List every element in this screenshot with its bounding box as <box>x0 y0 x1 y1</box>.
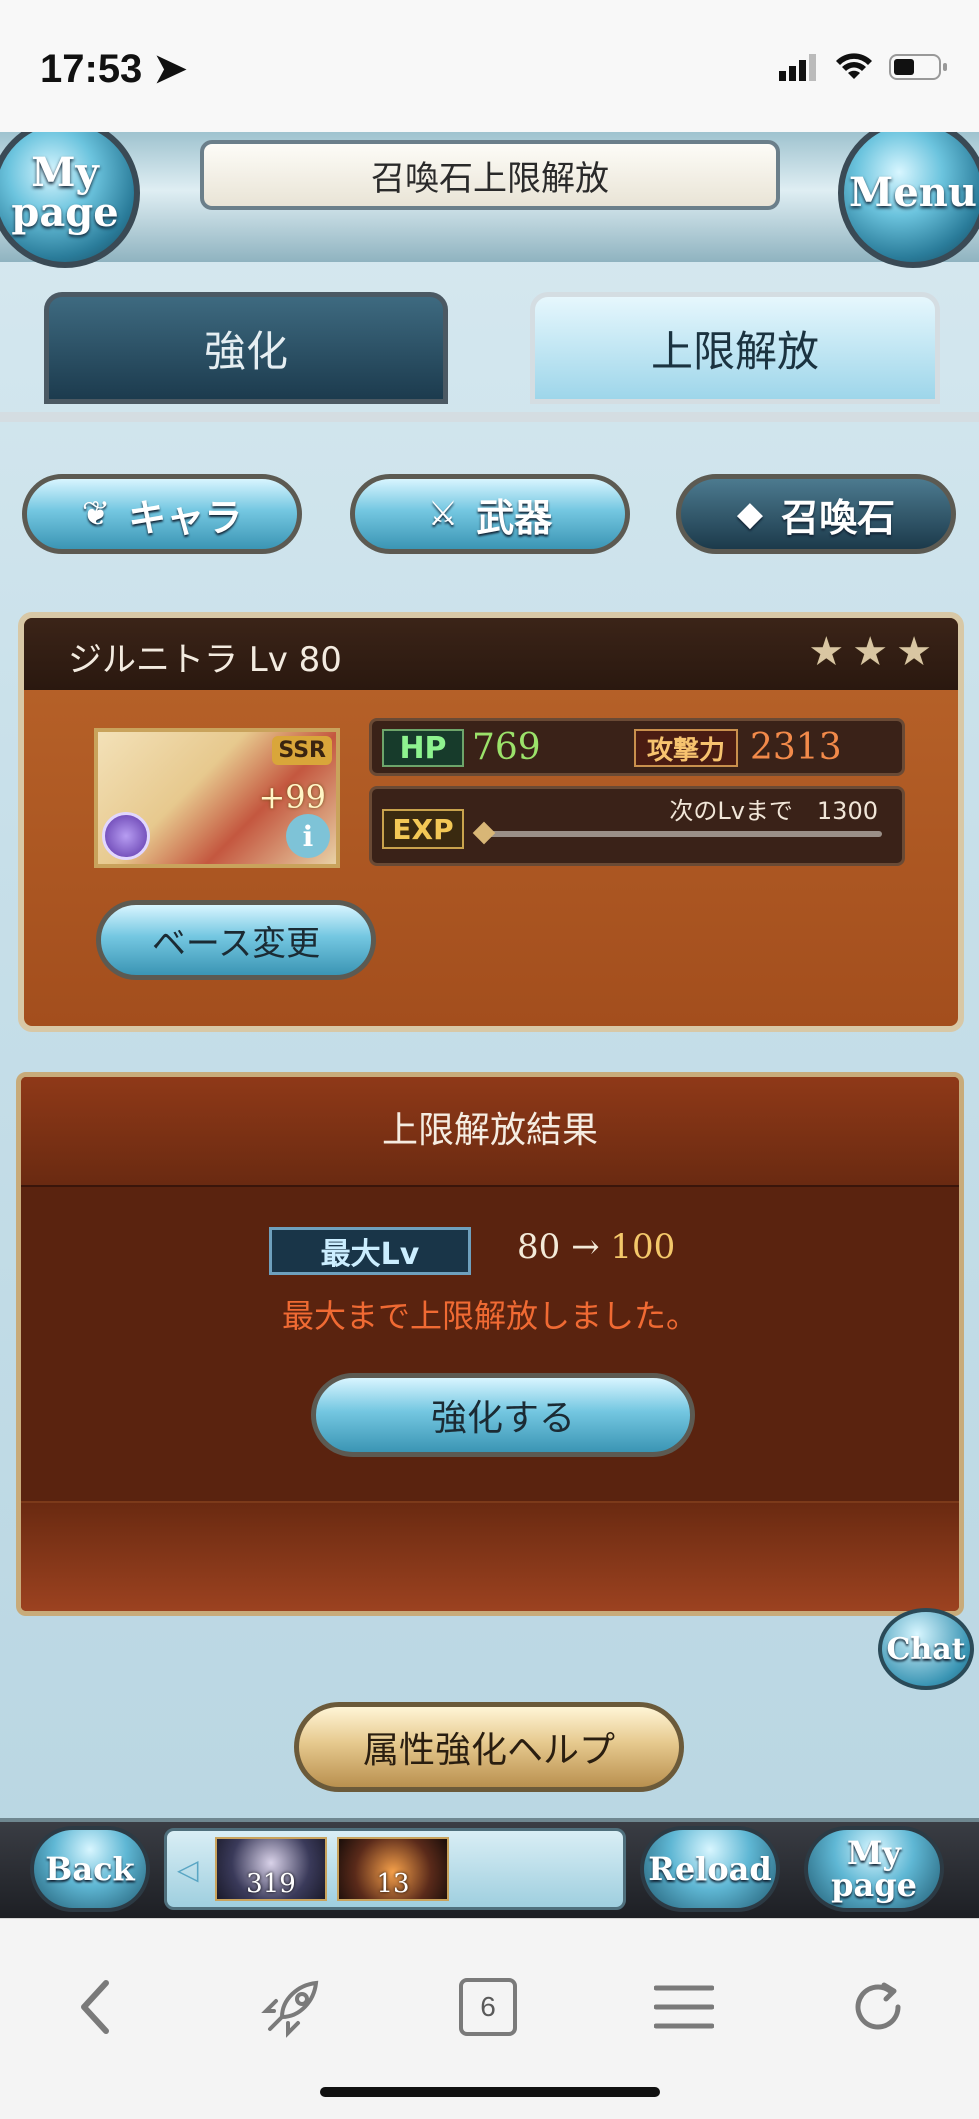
dark-element-icon <box>102 812 150 860</box>
battery-icon <box>889 54 947 80</box>
exp-next-text: 次のLvまで 1300 <box>669 797 878 825</box>
crystal-icon: ◆ <box>736 494 764 534</box>
location-arrow-icon: ➤ <box>153 47 187 91</box>
category-chara-button[interactable]: ❦ キャラ <box>22 474 302 554</box>
maxlv-label: 最大Lv <box>269 1227 471 1275</box>
quest-thumb[interactable]: 319 <box>215 1837 327 1901</box>
maxlv-from: 80 → <box>517 1227 600 1267</box>
mypage-nav-button[interactable]: My page <box>804 1826 944 1912</box>
back-button[interactable]: Back <box>30 1826 150 1912</box>
menu-lines-icon[interactable] <box>644 1977 724 2037</box>
home-indicator <box>320 2087 660 2097</box>
category-weapon-button[interactable]: ⚔ 武器 <box>350 474 630 554</box>
rarity-stars: ★ ★ ★ <box>808 632 932 672</box>
result-header: 上限解放結果 <box>21 1077 959 1187</box>
star-icon: ★ <box>852 629 889 675</box>
tab-underline <box>0 412 979 422</box>
result-footer <box>21 1501 959 1611</box>
category-summon-label: 召喚石 <box>781 495 896 540</box>
strip-left-arrow-icon[interactable]: ◁ <box>177 1853 199 1886</box>
hp-label: HP <box>382 729 464 767</box>
plus-badge: +99 <box>258 778 326 816</box>
status-bar: 17:53 ➤ <box>0 0 979 132</box>
star-icon: ★ <box>896 629 932 675</box>
browser-toolbar: 6 <box>0 1918 979 2119</box>
category-weapon-label: 武器 <box>476 495 553 540</box>
ssr-badge: SSR <box>272 736 332 765</box>
signal-icon <box>779 54 816 81</box>
exp-label: EXP <box>382 809 464 849</box>
tabs-count: 6 <box>459 1978 517 2036</box>
result-message: 最大まで上限解放しました。 <box>281 1297 698 1335</box>
reload-button[interactable]: Reload <box>640 1826 780 1912</box>
status-icons <box>779 52 949 82</box>
tab-enhance[interactable]: 強化 <box>44 292 448 404</box>
exp-bar <box>482 831 882 837</box>
exp-row: EXP 次のLvまで 1300 <box>369 786 905 866</box>
refresh-icon[interactable] <box>838 1977 918 2037</box>
atk-label: 攻撃力 <box>634 729 738 767</box>
atk-value: 2313 <box>750 727 842 768</box>
stat-row: HP 769 攻撃力 2313 <box>369 718 905 776</box>
quest-thumb[interactable]: 13 <box>337 1837 449 1901</box>
result-panel: 上限解放結果 最大Lv 80 → 100 最大まで上限解放しました。 強化する <box>16 1072 964 1616</box>
weapon-icon: ⚔ <box>427 494 459 534</box>
tab-bar: 強化 上限解放 <box>0 292 979 412</box>
category-summon-button[interactable]: ◆ 召喚石 <box>676 474 956 554</box>
quest-strip: ◁ 319 13 <box>164 1828 626 1910</box>
game-bottom-nav: Back ◁ 319 13 Reload My page <box>0 1818 979 1918</box>
page-title: 召喚石上限解放 <box>200 140 780 210</box>
enhance-button[interactable]: 強化する <box>311 1373 695 1457</box>
info-icon[interactable]: i <box>286 814 330 858</box>
game-header: 召喚石上限解放 <box>0 132 979 262</box>
base-change-button[interactable]: ベース変更 <box>96 900 376 980</box>
summon-panel: ジルニトラ Lv 80 ★ ★ ★ SSR +99 i HP 769 攻撃力 2… <box>18 612 964 1032</box>
game-view: 召喚石上限解放 My page Menu 強化 上限解放 ❦ キャラ ⚔ 武器 … <box>0 132 979 1918</box>
chara-icon: ❦ <box>81 494 111 534</box>
status-time: 17:53 ➤ <box>40 47 187 91</box>
summon-portrait[interactable]: SSR +99 i <box>94 728 340 868</box>
wifi-icon <box>836 53 872 79</box>
tab-uncap[interactable]: 上限解放 <box>530 292 940 404</box>
category-chara-label: キャラ <box>128 495 243 540</box>
category-row: ❦ キャラ ⚔ 武器 ◆ 召喚石 <box>0 474 979 564</box>
hp-value: 769 <box>472 727 541 768</box>
rocket-icon[interactable] <box>252 1977 332 2038</box>
chat-button[interactable]: Chat <box>878 1608 974 1690</box>
summon-name-level: ジルニトラ Lv 80 <box>68 640 342 680</box>
exp-marker-icon <box>472 821 496 845</box>
element-help-button[interactable]: 属性強化ヘルプ <box>294 1702 684 1792</box>
tabs-button[interactable]: 6 <box>448 1977 528 2037</box>
star-icon: ★ <box>808 629 845 675</box>
back-icon[interactable] <box>56 1977 136 2037</box>
maxlv-values: 80 → 100 <box>517 1227 675 1267</box>
result-title: 上限解放結果 <box>381 1110 598 1151</box>
summon-header: ジルニトラ Lv 80 ★ ★ ★ <box>24 618 958 690</box>
maxlv-to: 100 <box>610 1227 676 1267</box>
